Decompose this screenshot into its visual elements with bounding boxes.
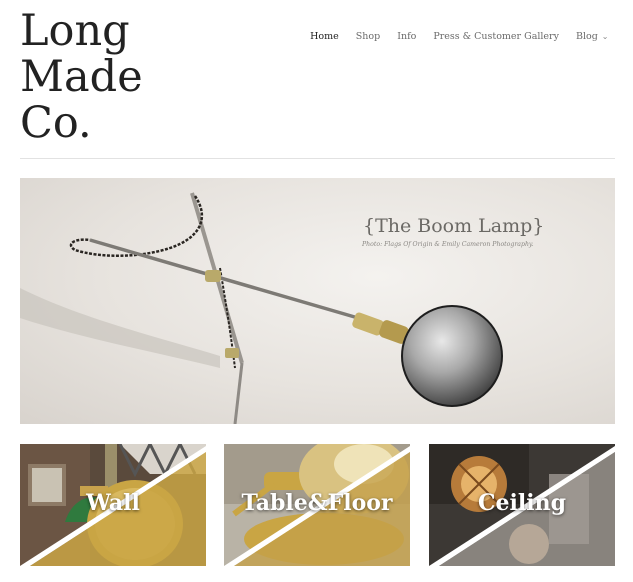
logo-line-2: Made <box>20 52 143 102</box>
category-tile-table-floor[interactable]: Table&Floor <box>224 444 410 566</box>
chevron-down-icon: ⌄ <box>601 32 609 41</box>
hero-banner[interactable]: {The Boom Lamp} Photo: Flags Of Origin &… <box>20 178 615 424</box>
logo-line-1: Long <box>20 6 130 56</box>
main-nav: Home Shop Info Press & Customer Gallery … <box>302 31 617 42</box>
hero-title: {The Boom Lamp} <box>363 215 545 237</box>
tile-label-ceiling: Ceiling <box>478 490 566 516</box>
logo-line-3: Co. <box>20 98 92 148</box>
tile-label-wall: Wall <box>86 490 140 516</box>
nav-info[interactable]: Info <box>389 31 425 42</box>
nav-blog-label: Blog <box>575 31 598 42</box>
tile-label-table-floor: Table&Floor <box>241 490 393 516</box>
nav-shop[interactable]: Shop <box>347 31 388 42</box>
nav-press-gallery[interactable]: Press & Customer Gallery <box>425 31 568 42</box>
category-tile-ceiling[interactable]: Ceiling <box>429 444 615 566</box>
nav-blog[interactable]: Blog ⌄ <box>567 31 617 42</box>
header-divider <box>20 158 615 159</box>
hero-photo-credit: Photo: Flags Of Origin & Emily Cameron P… <box>362 241 534 248</box>
category-tile-wall[interactable]: Wall <box>20 444 206 566</box>
nav-home[interactable]: Home <box>302 31 348 42</box>
site-header: Long Made Co. Home Shop Info Press & Cus… <box>0 0 633 160</box>
site-logo[interactable]: Long Made Co. <box>20 8 143 146</box>
